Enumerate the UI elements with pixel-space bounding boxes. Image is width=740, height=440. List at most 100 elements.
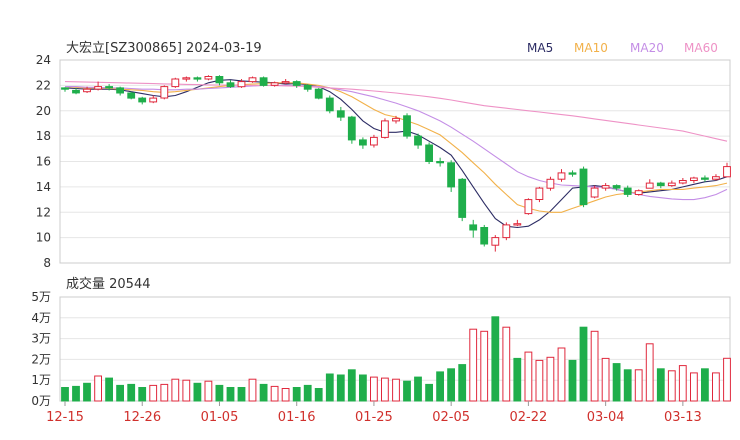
candle-body (194, 78, 201, 79)
volume-bar (238, 388, 245, 402)
candle (360, 137, 367, 148)
volume-bar (194, 383, 201, 401)
x-tick-label: 12-15 (46, 410, 84, 425)
price-tick-label: 20 (36, 104, 51, 118)
volume-bar (304, 385, 311, 401)
candle (382, 118, 389, 138)
volume-bar (613, 364, 620, 401)
candle-body (602, 186, 609, 189)
volume-bar (161, 384, 168, 401)
volume-tick-label: 1万 (31, 373, 51, 387)
candle (503, 222, 510, 240)
x-axis: 12-1512-2601-0501-1601-2502-0502-2203-04… (46, 401, 702, 425)
candle-body (183, 78, 190, 79)
volume-bar (536, 360, 543, 401)
candle-body (459, 179, 466, 217)
volume-bar (84, 383, 91, 401)
candle-body (315, 89, 322, 98)
candle-body (492, 238, 499, 246)
candle-body (139, 98, 146, 102)
volume-bar (668, 371, 675, 401)
candle-body (238, 82, 245, 87)
candle-body (525, 200, 532, 214)
candle (404, 113, 411, 138)
price-tick-label: 12 (36, 205, 51, 219)
candle (183, 76, 190, 81)
volume-bar (459, 365, 466, 401)
candle-body (514, 224, 521, 225)
volume-bar (426, 384, 433, 401)
series-line-ma5 (65, 80, 727, 228)
volume-bar (282, 389, 289, 402)
volume-tick-label: 5万 (31, 290, 51, 304)
legend-ma20: MA20 (630, 41, 664, 55)
candle (724, 163, 731, 177)
candle-body (271, 83, 278, 86)
candle-body (646, 183, 653, 188)
candle-body (62, 88, 69, 89)
candle-body (293, 82, 300, 86)
candle-body (161, 87, 168, 98)
volume-bar (73, 386, 80, 401)
volume-bar (646, 344, 653, 401)
candle-body (437, 162, 444, 163)
candle-body (371, 137, 378, 145)
volume-bar (679, 366, 686, 401)
volume-bar (481, 331, 488, 401)
volume-panel: 5万4万3万2万1万0万 (31, 290, 730, 408)
stock-chart: 大宏立[SZ300865] 2024-03-19 MA5 MA10 MA20 M… (0, 0, 740, 440)
candle-body (448, 163, 455, 187)
volume-bar (117, 385, 124, 401)
legend: MA5 MA10 MA20 MA60 (527, 41, 718, 55)
candle (691, 177, 698, 183)
candle (282, 79, 289, 84)
volume-bar (249, 379, 256, 401)
candle (260, 76, 267, 86)
candle-body (415, 136, 422, 145)
volume-tick-label: 0万 (31, 394, 51, 408)
candle-body (536, 188, 543, 199)
price-tick-label: 10 (36, 231, 51, 245)
volume-bar (106, 378, 113, 401)
x-tick-label: 01-16 (278, 410, 316, 425)
price-tick-label: 24 (36, 53, 51, 67)
series-line-ma20 (65, 85, 727, 199)
volume-bar (415, 377, 422, 401)
volume-bar (404, 381, 411, 401)
x-tick-label: 03-13 (664, 410, 702, 425)
candle-body (304, 85, 311, 89)
candle (547, 177, 554, 191)
candle (437, 158, 444, 167)
candle-body (613, 186, 620, 189)
candle-body (282, 82, 289, 83)
volume-bar (205, 381, 212, 401)
candle (646, 179, 653, 188)
candle (161, 85, 168, 99)
candle-body (724, 167, 731, 177)
volume-bar (62, 388, 69, 402)
volume-bar (150, 385, 157, 401)
candle (326, 96, 333, 114)
candle (62, 87, 69, 91)
candle (315, 88, 322, 99)
candle (128, 92, 135, 100)
candle (194, 76, 201, 81)
price-tick-label: 18 (36, 129, 51, 143)
price-tick-label: 8 (43, 256, 51, 270)
volume-bar (293, 388, 300, 402)
candle-body (635, 191, 642, 195)
candle-body (393, 118, 400, 121)
volume-bar (437, 372, 444, 401)
candle (470, 220, 477, 238)
candle-body (337, 111, 344, 117)
candle (514, 220, 521, 226)
volume-bar (95, 376, 102, 401)
price-tick-label: 14 (36, 180, 51, 194)
volume-bar (348, 370, 355, 401)
candle-body (404, 116, 411, 136)
candle-body (150, 98, 157, 102)
volume-bar (702, 369, 709, 401)
candle (448, 160, 455, 192)
candle (525, 198, 532, 214)
volume-bar (580, 327, 587, 401)
